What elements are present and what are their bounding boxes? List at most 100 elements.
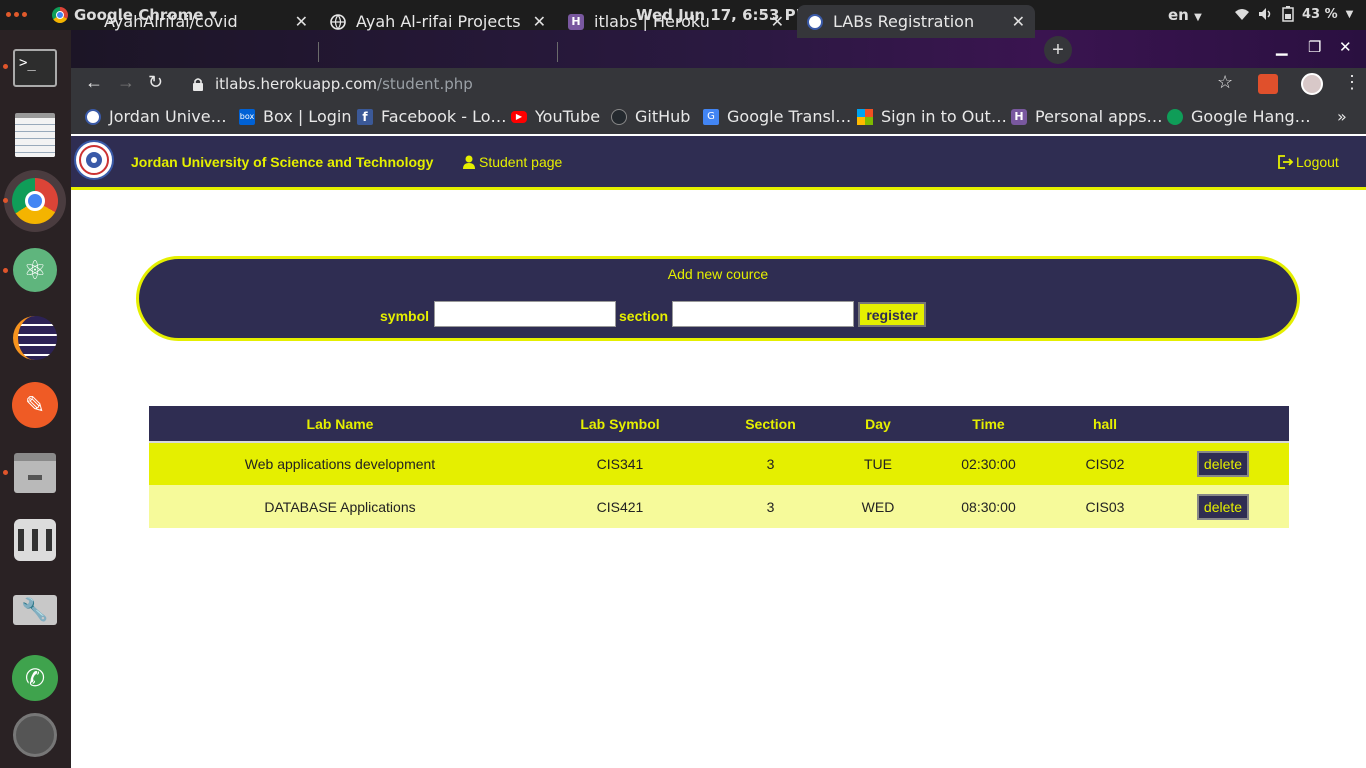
text-editor-launcher[interactable] bbox=[10, 110, 60, 160]
bookmark-item[interactable]: Jordan Unive… bbox=[85, 107, 227, 126]
site-brand[interactable]: Jordan University of Science and Technol… bbox=[131, 154, 433, 170]
bookmark-item[interactable]: box Box | Login bbox=[239, 107, 351, 126]
minimize-button[interactable]: ▁ bbox=[1276, 38, 1288, 56]
lock-icon bbox=[193, 78, 203, 91]
show-apps-launcher[interactable] bbox=[10, 710, 60, 760]
university-logo[interactable] bbox=[74, 140, 114, 180]
phone-icon: ✆ bbox=[12, 655, 58, 701]
hangouts-icon bbox=[1167, 108, 1183, 125]
lab-name-cell: DATABASE Applications bbox=[149, 485, 531, 528]
symbol-label: symbol bbox=[380, 308, 430, 324]
close-icon[interactable]: ✕ bbox=[533, 12, 546, 31]
menu-kebab-icon[interactable]: ⋮ bbox=[1343, 72, 1361, 93]
tab-github[interactable]: AyahAlrifai/covid ✕ bbox=[94, 5, 318, 38]
bookmark-label: Jordan Unive… bbox=[109, 107, 227, 126]
bookmark-item[interactable]: Sign in to Out… bbox=[857, 107, 1007, 126]
bookmark-item[interactable]: ▶ YouTube bbox=[511, 107, 600, 126]
bookmark-label: Google Hang… bbox=[1191, 107, 1311, 126]
symbol-input[interactable] bbox=[434, 301, 616, 327]
hall-cell: CIS03 bbox=[1053, 485, 1157, 528]
browser-toolbar: ← → ↻ itlabs.herokuapp.com/student.php ☆… bbox=[71, 68, 1366, 100]
back-button[interactable]: ← bbox=[85, 72, 103, 93]
activities-dots[interactable] bbox=[6, 12, 27, 17]
wrench-icon: 🔧 bbox=[13, 595, 57, 625]
table-row: Web applications development CIS341 3 TU… bbox=[149, 442, 1289, 485]
tab-projects[interactable]: Ayah Al-rifai Projects ✕ bbox=[320, 5, 556, 38]
eclipse-launcher[interactable] bbox=[10, 313, 60, 363]
bookmark-label: YouTube bbox=[535, 107, 601, 126]
tab-title: AyahAlrifai/covid bbox=[104, 12, 238, 31]
section-input[interactable] bbox=[672, 301, 854, 327]
extension-icon[interactable] bbox=[1258, 74, 1278, 94]
phone-launcher[interactable]: ✆ bbox=[10, 653, 60, 703]
day-cell: WED bbox=[832, 485, 924, 528]
tab-labs-registration[interactable]: LABs Registration ✕ bbox=[797, 5, 1035, 38]
university-logo-icon bbox=[85, 108, 101, 125]
bookmarks-overflow-button[interactable]: » bbox=[1337, 107, 1347, 126]
system-tools-launcher[interactable]: 🔧 bbox=[10, 585, 60, 635]
close-icon[interactable]: ✕ bbox=[771, 12, 784, 31]
chrome-launcher[interactable] bbox=[4, 170, 66, 232]
files-launcher[interactable] bbox=[10, 448, 60, 498]
logout-link[interactable]: Logout bbox=[1278, 154, 1339, 170]
postman-launcher[interactable]: ✎ bbox=[10, 380, 60, 430]
terminal-launcher[interactable]: >_ bbox=[10, 43, 60, 93]
section-cell: 3 bbox=[709, 485, 832, 528]
address-bar[interactable]: itlabs.herokuapp.com/student.php bbox=[179, 70, 1259, 98]
running-indicator bbox=[3, 198, 8, 203]
bookmark-label: Facebook - Lo… bbox=[381, 107, 507, 126]
day-cell: TUE bbox=[832, 442, 924, 485]
atom-launcher[interactable]: ⚛ bbox=[10, 245, 60, 295]
tab-heroku[interactable]: H itlabs | Heroku ✕ bbox=[558, 5, 794, 38]
github-icon bbox=[611, 108, 627, 125]
bookmark-item[interactable]: G Google Transl… bbox=[703, 107, 851, 126]
col-header-lab-symbol: Lab Symbol bbox=[531, 406, 709, 443]
url-host: itlabs.herokuapp.com bbox=[215, 75, 378, 93]
delete-button[interactable]: delete bbox=[1196, 493, 1250, 520]
forward-button[interactable]: → bbox=[117, 72, 135, 93]
file-cabinet-icon bbox=[14, 453, 56, 493]
lab-symbol-cell: CIS421 bbox=[531, 485, 709, 528]
bookmark-item[interactable]: f Facebook - Lo… bbox=[357, 107, 507, 126]
chrome-icon bbox=[12, 178, 58, 224]
reload-button[interactable]: ↻ bbox=[148, 72, 163, 93]
bookmark-label: GitHub bbox=[635, 107, 691, 126]
col-header-actions bbox=[1157, 406, 1289, 443]
translate-icon: G bbox=[703, 108, 719, 125]
new-tab-button[interactable]: + bbox=[1044, 36, 1072, 64]
maximize-button[interactable]: ❐ bbox=[1308, 38, 1321, 56]
window-close-button[interactable]: ✕ bbox=[1339, 38, 1352, 56]
language-indicator[interactable]: en ▼ bbox=[1168, 6, 1202, 24]
running-indicator bbox=[3, 64, 8, 69]
lab-symbol-cell: CIS341 bbox=[531, 442, 709, 485]
bookmark-item[interactable]: Google Hang… bbox=[1167, 107, 1311, 126]
register-button[interactable]: register bbox=[858, 302, 926, 327]
close-icon[interactable]: ✕ bbox=[1012, 12, 1025, 31]
add-course-form: Add new cource symbol section register bbox=[136, 256, 1300, 341]
logout-label: Logout bbox=[1296, 154, 1339, 170]
dock: >_ ⚛ ✎ 🔧 ✆ bbox=[0, 30, 71, 768]
bookmark-label: Google Transl… bbox=[727, 107, 852, 126]
delete-button[interactable]: delete bbox=[1196, 451, 1250, 477]
profile-avatar[interactable] bbox=[1301, 73, 1323, 95]
bookmark-label: Personal apps… bbox=[1035, 107, 1163, 126]
university-seal-icon bbox=[79, 145, 109, 175]
close-icon[interactable]: ✕ bbox=[295, 12, 308, 31]
volume-icon bbox=[1259, 8, 1271, 20]
settings-launcher[interactable] bbox=[10, 515, 60, 565]
bookmark-item[interactable]: H Personal apps… bbox=[1011, 107, 1163, 126]
plus-icon: + bbox=[1052, 38, 1064, 61]
col-header-day: Day bbox=[832, 406, 924, 443]
chrome-icon bbox=[52, 7, 68, 23]
bookmark-item[interactable]: GitHub bbox=[611, 107, 690, 126]
student-page-link[interactable]: Student page bbox=[463, 154, 562, 170]
bookmark-star-icon[interactable]: ☆ bbox=[1217, 72, 1233, 93]
avatar-icon bbox=[13, 713, 57, 757]
system-status-area[interactable]: 43 % ▼ bbox=[1234, 6, 1353, 22]
page-content: Jordan University of Science and Technol… bbox=[71, 134, 1366, 768]
eclipse-icon bbox=[13, 316, 57, 360]
wifi-icon bbox=[1235, 9, 1249, 20]
university-logo-icon bbox=[807, 13, 823, 30]
tab-title: Ayah Al-rifai Projects bbox=[356, 12, 521, 31]
col-header-hall: hall bbox=[1053, 406, 1157, 443]
